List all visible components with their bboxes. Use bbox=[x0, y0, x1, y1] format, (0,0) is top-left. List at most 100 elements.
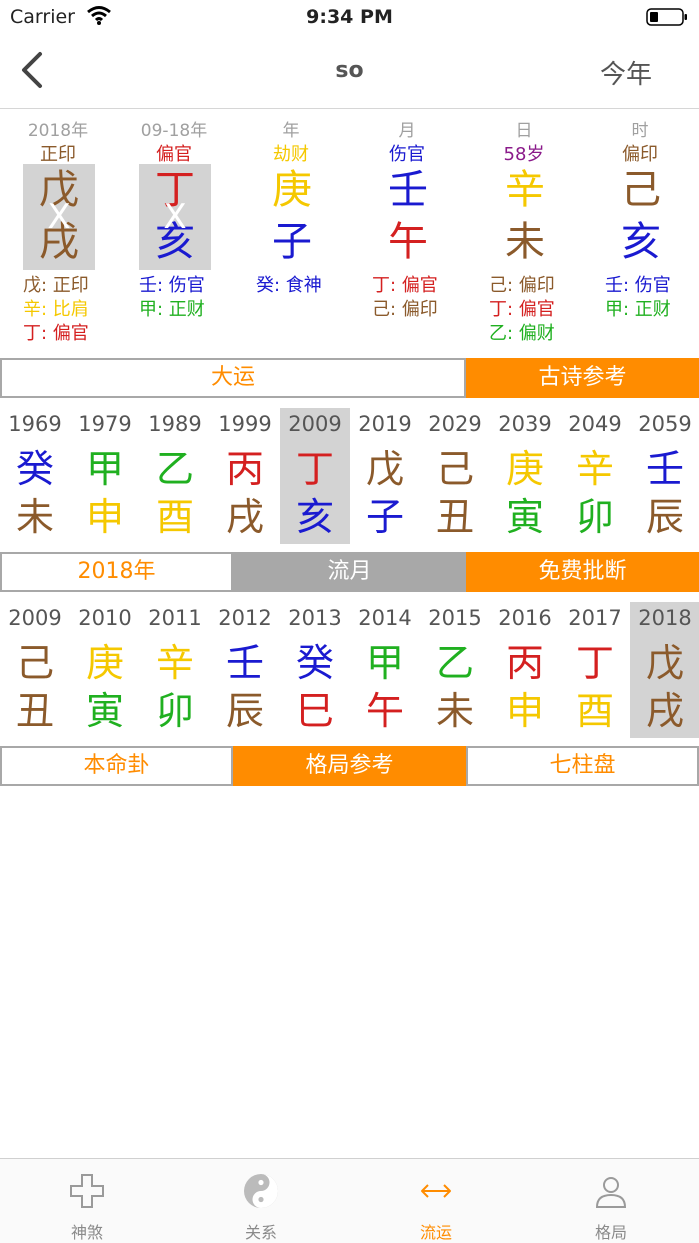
pillar-header: 年 bbox=[282, 121, 300, 141]
heavenly-stem: 己 bbox=[15, 641, 54, 685]
poem-reference-button[interactable]: 古诗参考 bbox=[466, 358, 699, 398]
battery-icon bbox=[646, 8, 687, 26]
liunian-column[interactable]: 2011 辛卯 bbox=[140, 602, 210, 738]
pillar-header: 时 bbox=[631, 121, 649, 141]
year-label: 2009 bbox=[8, 606, 62, 630]
dayun-column[interactable]: 2029 己丑 bbox=[420, 408, 490, 544]
earthly-branch: 卯 bbox=[575, 495, 614, 539]
liunian-column[interactable]: 2015 乙未 bbox=[420, 602, 490, 738]
navigation-bar: so 今年 bbox=[0, 36, 699, 109]
cross-icon bbox=[70, 1174, 104, 1208]
pillar-ten-god: 58岁 bbox=[503, 144, 545, 165]
liunian-column[interactable]: 2016 丙申 bbox=[490, 602, 560, 738]
dayun-column[interactable]: 2049 辛卯 bbox=[560, 408, 630, 544]
year-label: 2014 bbox=[358, 606, 412, 630]
tab-shensha[interactable]: 神煞 bbox=[0, 1159, 174, 1243]
liunian-column[interactable]: 2014 甲午 bbox=[350, 602, 420, 738]
pillar-chars: 己亥 bbox=[605, 164, 677, 270]
pillar-chars: 庚子 bbox=[256, 164, 328, 270]
dayun-column[interactable]: 2009 丁亥 bbox=[280, 408, 350, 544]
liunian-column[interactable]: 2012 壬辰 bbox=[210, 602, 280, 738]
heavenly-stem: 庚 bbox=[272, 167, 312, 213]
heavenly-stem: 癸 bbox=[15, 447, 54, 491]
earthly-branch: 申 bbox=[505, 689, 544, 733]
tab-geju[interactable]: 格局 bbox=[524, 1159, 698, 1243]
earthly-branch: 卯 bbox=[155, 689, 194, 733]
double-arrow-icon bbox=[421, 1184, 451, 1198]
pillar-ten-god: 正印 bbox=[40, 144, 76, 165]
tab-guanxi[interactable]: 关系 bbox=[174, 1159, 348, 1243]
year-button[interactable]: 2018年 bbox=[0, 552, 233, 592]
this-year-button[interactable]: 今年 bbox=[600, 54, 652, 91]
earthly-branch: 申 bbox=[85, 495, 124, 539]
heavenly-stem: 壬 bbox=[645, 447, 684, 491]
free-reading-button[interactable]: 免费批断 bbox=[466, 552, 699, 592]
liunian-column[interactable]: 2010 庚寅 bbox=[70, 602, 140, 738]
pillar-4: 日 58岁辛未己: 偏印 丁: 偏官 乙: 偏财 bbox=[466, 112, 582, 352]
tab-label: 格局 bbox=[594, 1223, 627, 1242]
earthly-branch: 午 bbox=[365, 689, 404, 733]
pillar-chars: 丁亥X bbox=[139, 164, 211, 270]
pillar-1: 09-18年 偏官丁亥 X 壬: 伤官 甲: 正财 bbox=[116, 112, 232, 352]
year-label: 2017 bbox=[568, 606, 622, 630]
earthly-branch: 午 bbox=[388, 219, 428, 265]
heavenly-stem: 壬 bbox=[388, 167, 428, 213]
earthly-branch: 子 bbox=[365, 495, 404, 539]
dayun-button[interactable]: 大运 bbox=[0, 358, 466, 398]
liunian-column[interactable]: 2009 己丑 bbox=[0, 602, 70, 738]
heavenly-stem: 庚 bbox=[85, 641, 124, 685]
year-label: 1989 bbox=[148, 412, 202, 436]
tab-liuyun[interactable]: 流运 bbox=[349, 1159, 523, 1243]
hidden-stem: 甲: 正财 bbox=[605, 299, 671, 320]
year-label: 2015 bbox=[428, 606, 482, 630]
liunian-column[interactable]: 2013 癸巳 bbox=[280, 602, 350, 738]
heavenly-stem: 己 bbox=[621, 167, 661, 213]
earthly-branch: 酉 bbox=[575, 689, 614, 733]
hidden-stems: 壬: 伤官甲: 正财 bbox=[605, 274, 699, 322]
heavenly-stem: 辛 bbox=[155, 641, 194, 685]
year-label: 2010 bbox=[78, 606, 132, 630]
year-label: 2019 bbox=[358, 412, 412, 436]
pillar-0: 2018年 正印戊戌 X 戊: 正印 辛: 比肩 丁: 偏官 bbox=[0, 112, 116, 352]
dayun-column[interactable]: 2039 庚寅 bbox=[490, 408, 560, 544]
year-label: 2013 bbox=[288, 606, 342, 630]
year-label: 2049 bbox=[568, 412, 622, 436]
status-bar: Carrier 9:34 PM bbox=[0, 0, 699, 36]
heavenly-stem: 壬 bbox=[225, 641, 264, 685]
earthly-branch: 未 bbox=[15, 495, 54, 539]
earthly-branch: 丑 bbox=[435, 495, 474, 539]
earthly-branch: 未 bbox=[435, 689, 474, 733]
year-label: 2011 bbox=[148, 606, 202, 630]
earthly-branch: 戌 bbox=[645, 689, 684, 733]
liunian-column[interactable]: 2018 戊戌 bbox=[630, 602, 699, 738]
earthly-branch: 亥 bbox=[295, 495, 334, 539]
year-label: 2016 bbox=[498, 606, 552, 630]
year-label: 1999 bbox=[218, 412, 272, 436]
cross-mark: X bbox=[163, 197, 187, 237]
benming-gua-button[interactable]: 本命卦 bbox=[0, 746, 233, 786]
dayun-column[interactable]: 1999 丙戌 bbox=[210, 408, 280, 544]
dayun-column[interactable]: 2059 壬辰 bbox=[630, 408, 699, 544]
person-icon bbox=[595, 1177, 627, 1208]
earthly-branch: 戌 bbox=[225, 495, 264, 539]
year-label: 2029 bbox=[428, 412, 482, 436]
earthly-branch: 丑 bbox=[15, 689, 54, 733]
dayun-column[interactable]: 1979 甲申 bbox=[70, 408, 140, 544]
hidden-stem: 壬: 伤官 bbox=[605, 275, 671, 296]
liuyue-button[interactable]: 流月 bbox=[233, 552, 466, 592]
earthly-branch: 子 bbox=[272, 219, 312, 265]
clock: 9:34 PM bbox=[306, 6, 393, 28]
heavenly-stem: 甲 bbox=[85, 447, 124, 491]
dayun-column[interactable]: 1969 癸未 bbox=[0, 408, 70, 544]
dayun-column[interactable]: 1989 乙酉 bbox=[140, 408, 210, 544]
seven-pillar-button[interactable]: 七柱盘 bbox=[466, 746, 699, 786]
liunian-column[interactable]: 2017 丁酉 bbox=[560, 602, 630, 738]
heavenly-stem: 戊 bbox=[365, 447, 404, 491]
year-label: 2018 bbox=[638, 606, 692, 630]
heavenly-stem: 丁 bbox=[575, 641, 614, 685]
heavenly-stem: 辛 bbox=[575, 447, 614, 491]
dayun-column[interactable]: 2019 戊子 bbox=[350, 408, 420, 544]
year-label: 2012 bbox=[218, 606, 272, 630]
pattern-reference-button[interactable]: 格局参考 bbox=[233, 746, 466, 786]
pillar-ten-god: 伤官 bbox=[389, 144, 425, 165]
